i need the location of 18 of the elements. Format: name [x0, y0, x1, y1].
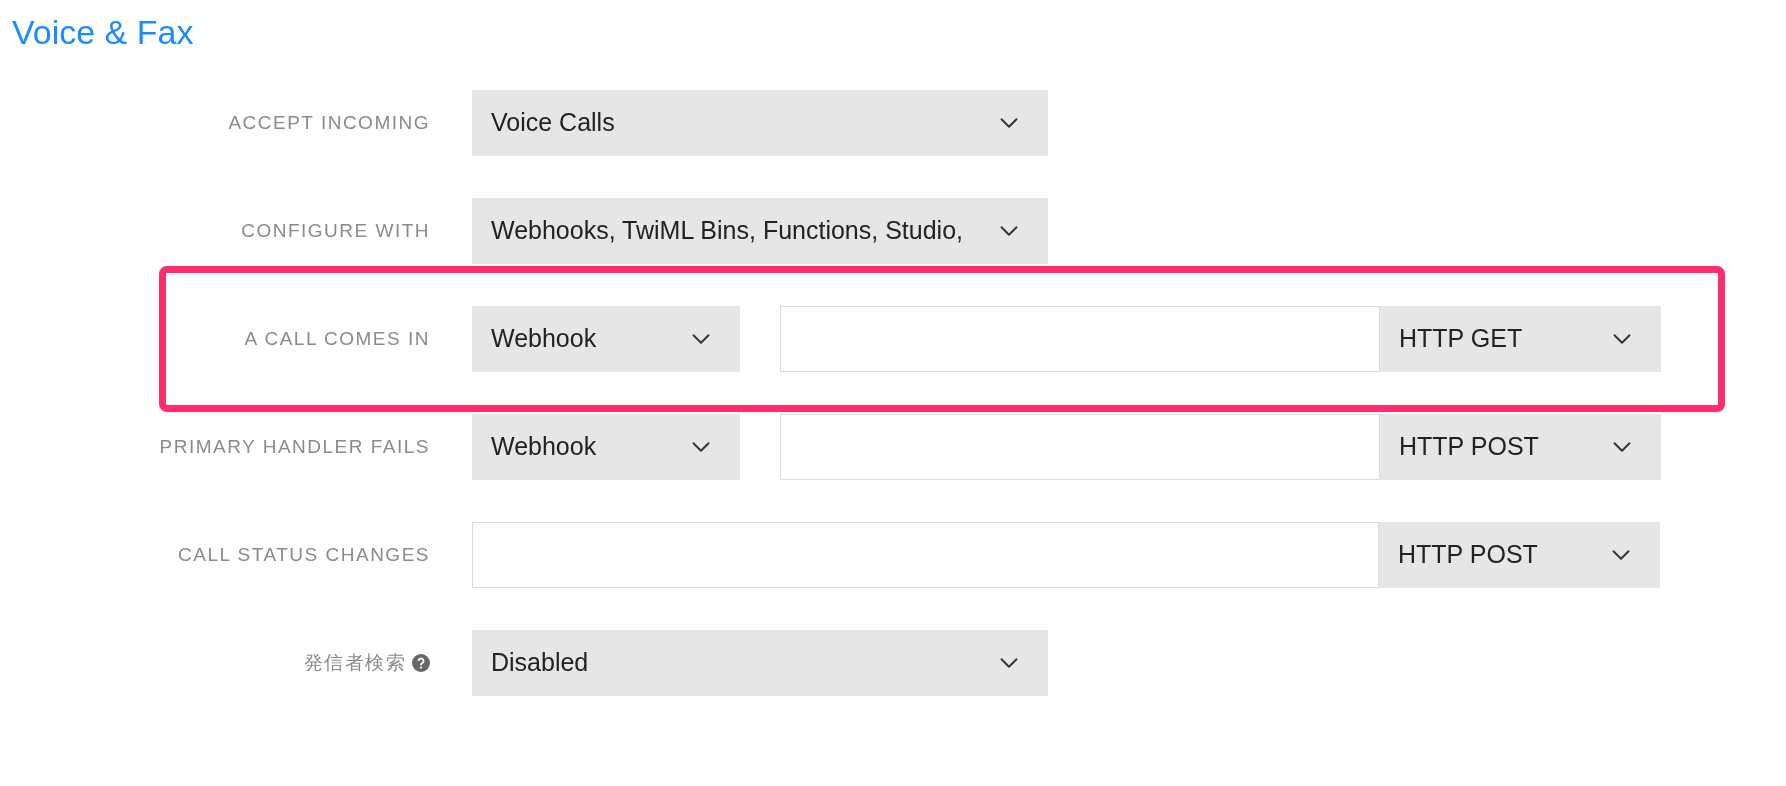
dropdown[interactable]: Disabled	[472, 630, 1048, 696]
url-field[interactable]	[780, 306, 1380, 372]
field-label: 発信者検索	[303, 650, 406, 675]
field-label: A CALL COMES IN	[244, 326, 430, 351]
section-title: Voice & Fax	[12, 12, 194, 52]
dropdown[interactable]: Voice Calls	[472, 90, 1048, 156]
dropdown[interactable]: Webhook	[472, 306, 740, 372]
url-field[interactable]	[780, 414, 1380, 480]
method-dropdown[interactable]: HTTP POST	[1379, 522, 1660, 588]
url-field[interactable]	[472, 522, 1379, 588]
dropdown[interactable]: Webhooks, TwiML Bins, Functions, Studio,	[472, 198, 1048, 264]
method-dropdown[interactable]: HTTP POST	[1380, 414, 1661, 480]
field-label: ACCEPT INCOMING	[228, 110, 430, 135]
field-label: CALL STATUS CHANGES	[178, 542, 430, 567]
dropdown[interactable]: Webhook	[472, 414, 740, 480]
field-label: CONFIGURE WITH	[241, 218, 430, 243]
method-dropdown[interactable]: HTTP GET	[1380, 306, 1661, 372]
field-label: PRIMARY HANDLER FAILS	[159, 434, 430, 459]
